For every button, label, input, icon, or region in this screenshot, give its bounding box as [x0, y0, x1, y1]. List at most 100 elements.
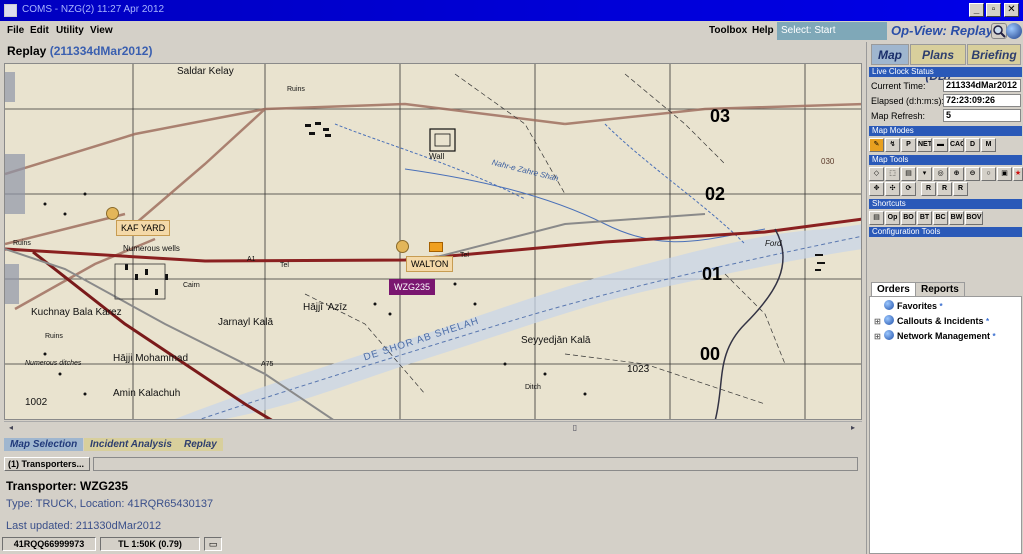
expand-icon[interactable]: ⊞ — [874, 317, 881, 326]
map-label-ruins: Ruins — [287, 86, 305, 93]
wzg235-label[interactable]: WZG235 — [389, 279, 436, 295]
map-label-jarnayl-kala: Jarnayl Kalā — [218, 317, 274, 328]
keyboard-icon[interactable]: ▭ — [204, 537, 222, 551]
shortcut-bw[interactable]: BW — [949, 211, 964, 225]
walton-label[interactable]: WALTON — [406, 256, 454, 272]
magnify-icon[interactable]: ○ — [981, 167, 996, 181]
replay-label: Replay — [7, 44, 47, 58]
map-label-numerous-wells: Numerous wells — [123, 244, 180, 253]
refresh-icon[interactable]: ⟳ — [901, 182, 916, 196]
star-mark: * — [992, 332, 996, 341]
shortcut-list-icon[interactable]: ▤ — [869, 211, 884, 225]
close-button[interactable]: ✕ — [1004, 3, 1019, 17]
flag-mode-icon[interactable]: ▬ — [933, 138, 948, 152]
scroll-right-icon[interactable]: ▸ — [848, 423, 858, 433]
m-mode-icon[interactable]: M — [981, 138, 996, 152]
globe-icon[interactable] — [1006, 23, 1022, 39]
star-icon[interactable]: ★ — [1013, 167, 1023, 181]
menu-file[interactable]: File — [7, 25, 24, 36]
star-mark: * — [939, 302, 943, 311]
zoom-out-icon[interactable]: ⊖ — [965, 167, 980, 181]
map-label-road-a1: A1 — [247, 256, 256, 263]
map-canvas[interactable]: 03 02 01 00 Saldar Kelay Ruins Wall Nahr… — [4, 63, 862, 420]
tab-plans[interactable]: Plans (DB) — [910, 44, 966, 83]
r-icon-3[interactable]: R — [953, 182, 968, 196]
elapsed-value: 72:23:09:26 — [943, 94, 1021, 107]
map-modes-header: Map Modes — [869, 126, 1022, 136]
expand-icon[interactable]: ⊞ — [874, 332, 881, 341]
tab-orders[interactable]: Orders — [871, 282, 916, 297]
tree-item-favorites[interactable]: Favorites * — [874, 300, 943, 311]
point-mode-icon[interactable]: P — [901, 138, 916, 152]
tree-label: Callouts & Incidents — [897, 316, 984, 326]
transporters-field — [93, 457, 858, 471]
menu-edit[interactable]: Edit — [30, 25, 49, 36]
move-icon[interactable]: ✥ — [869, 182, 884, 196]
select-box-icon[interactable]: ⬚ — [885, 167, 900, 181]
dm-mode-icon[interactable]: D — [965, 138, 980, 152]
map-label-kuchnay: Kuchnay Bala Karez — [31, 307, 122, 318]
map-label-seyyedjan: Seyyedjān Kalā — [521, 335, 591, 346]
shortcut-bov[interactable]: BOV — [965, 211, 983, 225]
map-label-ford: Ford — [765, 239, 782, 248]
menu-help[interactable]: Help — [752, 25, 774, 36]
map-label-tel: Tel — [280, 262, 289, 269]
layers-icon[interactable]: ▤ — [901, 167, 916, 181]
tab-reports[interactable]: Reports — [915, 282, 965, 297]
r-icon-1[interactable]: R — [921, 182, 936, 196]
net-mode-icon[interactable]: NET — [917, 138, 932, 152]
minimize-button[interactable]: _ — [969, 3, 984, 17]
map-label-hajji-aziz: Hājjī 'Azīz — [303, 302, 348, 313]
globe-icon — [884, 330, 894, 340]
riverbed — [175, 224, 861, 419]
scroll-thumb-icon[interactable]: ▯ — [570, 423, 580, 433]
tree-item-callouts[interactable]: ⊞ Callouts & Incidents * — [874, 315, 989, 326]
map-label-ditch: Ditch — [525, 384, 541, 391]
center-icon[interactable]: ✣ — [885, 182, 900, 196]
dropdown-icon[interactable]: ▾ — [917, 167, 932, 181]
eraser-icon[interactable]: ◇ — [869, 167, 884, 181]
map-label-ruins-2: Ruins — [13, 240, 31, 247]
select-start-field[interactable]: Select: Start — [777, 22, 887, 40]
route-mode-icon[interactable]: ↯ — [885, 138, 900, 152]
map-scrollbar[interactable]: ◂ ▯ ▸ — [4, 421, 862, 433]
tab-incident-analysis[interactable]: Incident Analysis — [84, 438, 178, 451]
pan-mode-icon[interactable]: ✎ — [869, 138, 884, 152]
kaf-yard-marker-icon[interactable] — [106, 207, 119, 220]
map-label-hajji-mohammad: Hājji Mohammad — [113, 353, 189, 364]
current-time-label: Current Time: — [871, 81, 926, 91]
tab-briefing[interactable]: Briefing — [967, 44, 1021, 65]
menu-utility[interactable]: Utility — [56, 25, 84, 36]
menu-toolbox[interactable]: Toolbox — [709, 25, 747, 36]
walton-marker-icon[interactable] — [396, 240, 409, 253]
truck-marker-icon[interactable] — [429, 242, 443, 252]
scroll-left-icon[interactable]: ◂ — [6, 423, 16, 433]
tree-item-network[interactable]: ⊞ Network Management * — [874, 330, 996, 341]
map-label-amin: Amin Kalachuh — [113, 388, 181, 399]
fit-icon[interactable]: ▣ — [997, 167, 1012, 181]
kaf-yard-label[interactable]: KAF YARD — [116, 220, 171, 236]
tab-replay[interactable]: Replay — [178, 438, 223, 451]
shortcut-bc[interactable]: BC — [933, 211, 948, 225]
tab-map[interactable]: Map — [871, 44, 909, 65]
shortcut-bo[interactable]: BO — [901, 211, 916, 225]
zoom-in-icon[interactable]: ⊕ — [949, 167, 964, 181]
menu-view[interactable]: View — [90, 25, 113, 36]
maximize-button[interactable]: ▫ — [986, 3, 1001, 17]
map-label-saldar-kelay: Saldar Kelay — [177, 66, 234, 77]
shortcut-op[interactable]: Op — [885, 211, 900, 225]
zoom-box-icon[interactable]: ◎ — [933, 167, 948, 181]
shortcut-bt[interactable]: BT — [917, 211, 932, 225]
globe-icon — [884, 315, 894, 325]
search-icon[interactable] — [991, 23, 1007, 39]
map-refresh-select[interactable]: 5 — [943, 109, 1021, 122]
page-title: Replay (211334dMar2012) — [7, 44, 152, 58]
transporter-title: Transporter: WZG235 — [6, 479, 129, 493]
map-label-cairn: Cairn — [183, 282, 200, 289]
transporters-button[interactable]: (1) Transporters... — [4, 457, 90, 471]
cac-mode-icon[interactable]: CAC — [949, 138, 964, 152]
r-icon-2[interactable]: R — [937, 182, 952, 196]
tab-map-selection[interactable]: Map Selection — [4, 438, 84, 451]
current-time-value: 211334dMar2012 — [943, 79, 1021, 92]
tree-label: Favorites — [897, 301, 938, 311]
